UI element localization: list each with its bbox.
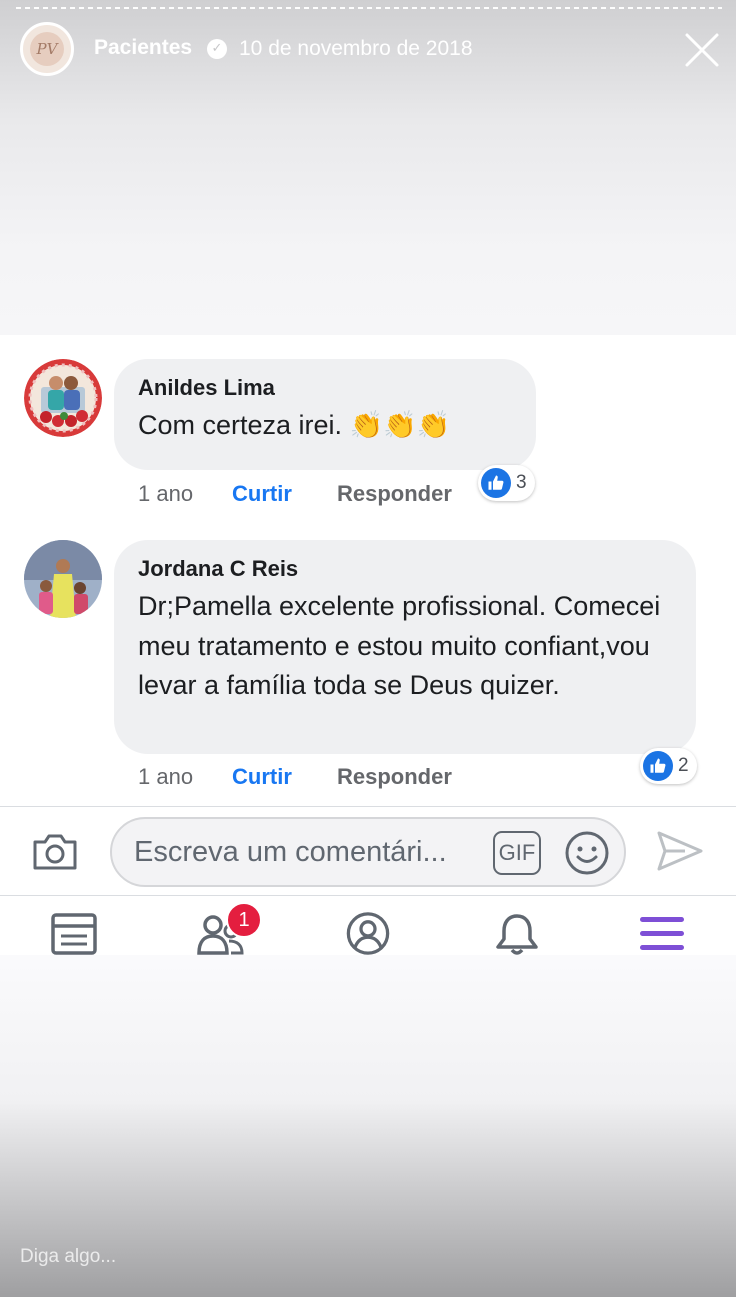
- emoji-icon[interactable]: [564, 830, 610, 876]
- comment-input-placeholder: Escreva um comentári...: [134, 836, 447, 868]
- comment-input[interactable]: Escreva um comentári... GIF: [110, 817, 626, 887]
- commenter-avatar[interactable]: [24, 540, 102, 618]
- reaction-summary[interactable]: 2: [640, 748, 697, 784]
- menu-icon[interactable]: [638, 912, 686, 955]
- comment-bubble[interactable]: Jordana C Reis Dr;Pamella excelente prof…: [114, 540, 696, 754]
- like-icon: [643, 751, 673, 781]
- story-reply-prompt[interactable]: Diga algo...: [20, 1246, 116, 1268]
- story-header: PV Pacientes ✓ 10 de novembro de 2018: [0, 0, 736, 100]
- reply-link[interactable]: Responder: [337, 764, 452, 790]
- comment-time: 1 ano: [138, 481, 194, 506]
- story-author-name[interactable]: Pacientes: [94, 36, 192, 60]
- like-link[interactable]: Curtir: [232, 764, 292, 790]
- profile-icon[interactable]: [344, 912, 392, 955]
- reply-link[interactable]: Responder: [337, 481, 452, 507]
- comment-author[interactable]: Jordana C Reis: [138, 556, 672, 582]
- camera-icon[interactable]: [30, 828, 80, 874]
- comment-author[interactable]: Anildes Lima: [138, 375, 512, 401]
- comment-text: Dr;Pamella excelente profissional. Comec…: [138, 591, 661, 700]
- commenter-avatar[interactable]: [24, 359, 102, 437]
- notification-badge: 1: [226, 902, 262, 938]
- comment-bubble[interactable]: Anildes Lima Com certeza irei. 👏👏👏: [114, 359, 536, 470]
- close-icon[interactable]: [682, 30, 722, 70]
- verified-icon: ✓: [207, 39, 227, 59]
- reaction-count: 3: [516, 472, 527, 493]
- bell-icon[interactable]: [494, 912, 540, 955]
- story-avatar[interactable]: PV: [20, 22, 74, 76]
- feed-icon[interactable]: [50, 912, 98, 955]
- story-date: 10 de novembro de 2018: [239, 37, 473, 60]
- like-link[interactable]: Curtir: [232, 481, 292, 507]
- comment-composer: Escreva um comentári... GIF: [0, 807, 736, 895]
- gif-icon[interactable]: GIF: [493, 831, 541, 875]
- comment-time: 1 ano: [138, 764, 194, 789]
- reaction-summary[interactable]: 3: [478, 465, 535, 501]
- story-avatar-logo: PV: [30, 32, 64, 66]
- like-icon: [481, 468, 511, 498]
- send-icon[interactable]: [655, 828, 705, 874]
- reaction-count: 2: [678, 755, 689, 776]
- bottom-tab-bar: 1: [0, 896, 736, 955]
- comments-screenshot: Anildes Lima Com certeza irei. 👏👏👏 3 1 a…: [0, 335, 736, 955]
- comment-text: Com certeza irei. 👏👏👏: [138, 410, 451, 440]
